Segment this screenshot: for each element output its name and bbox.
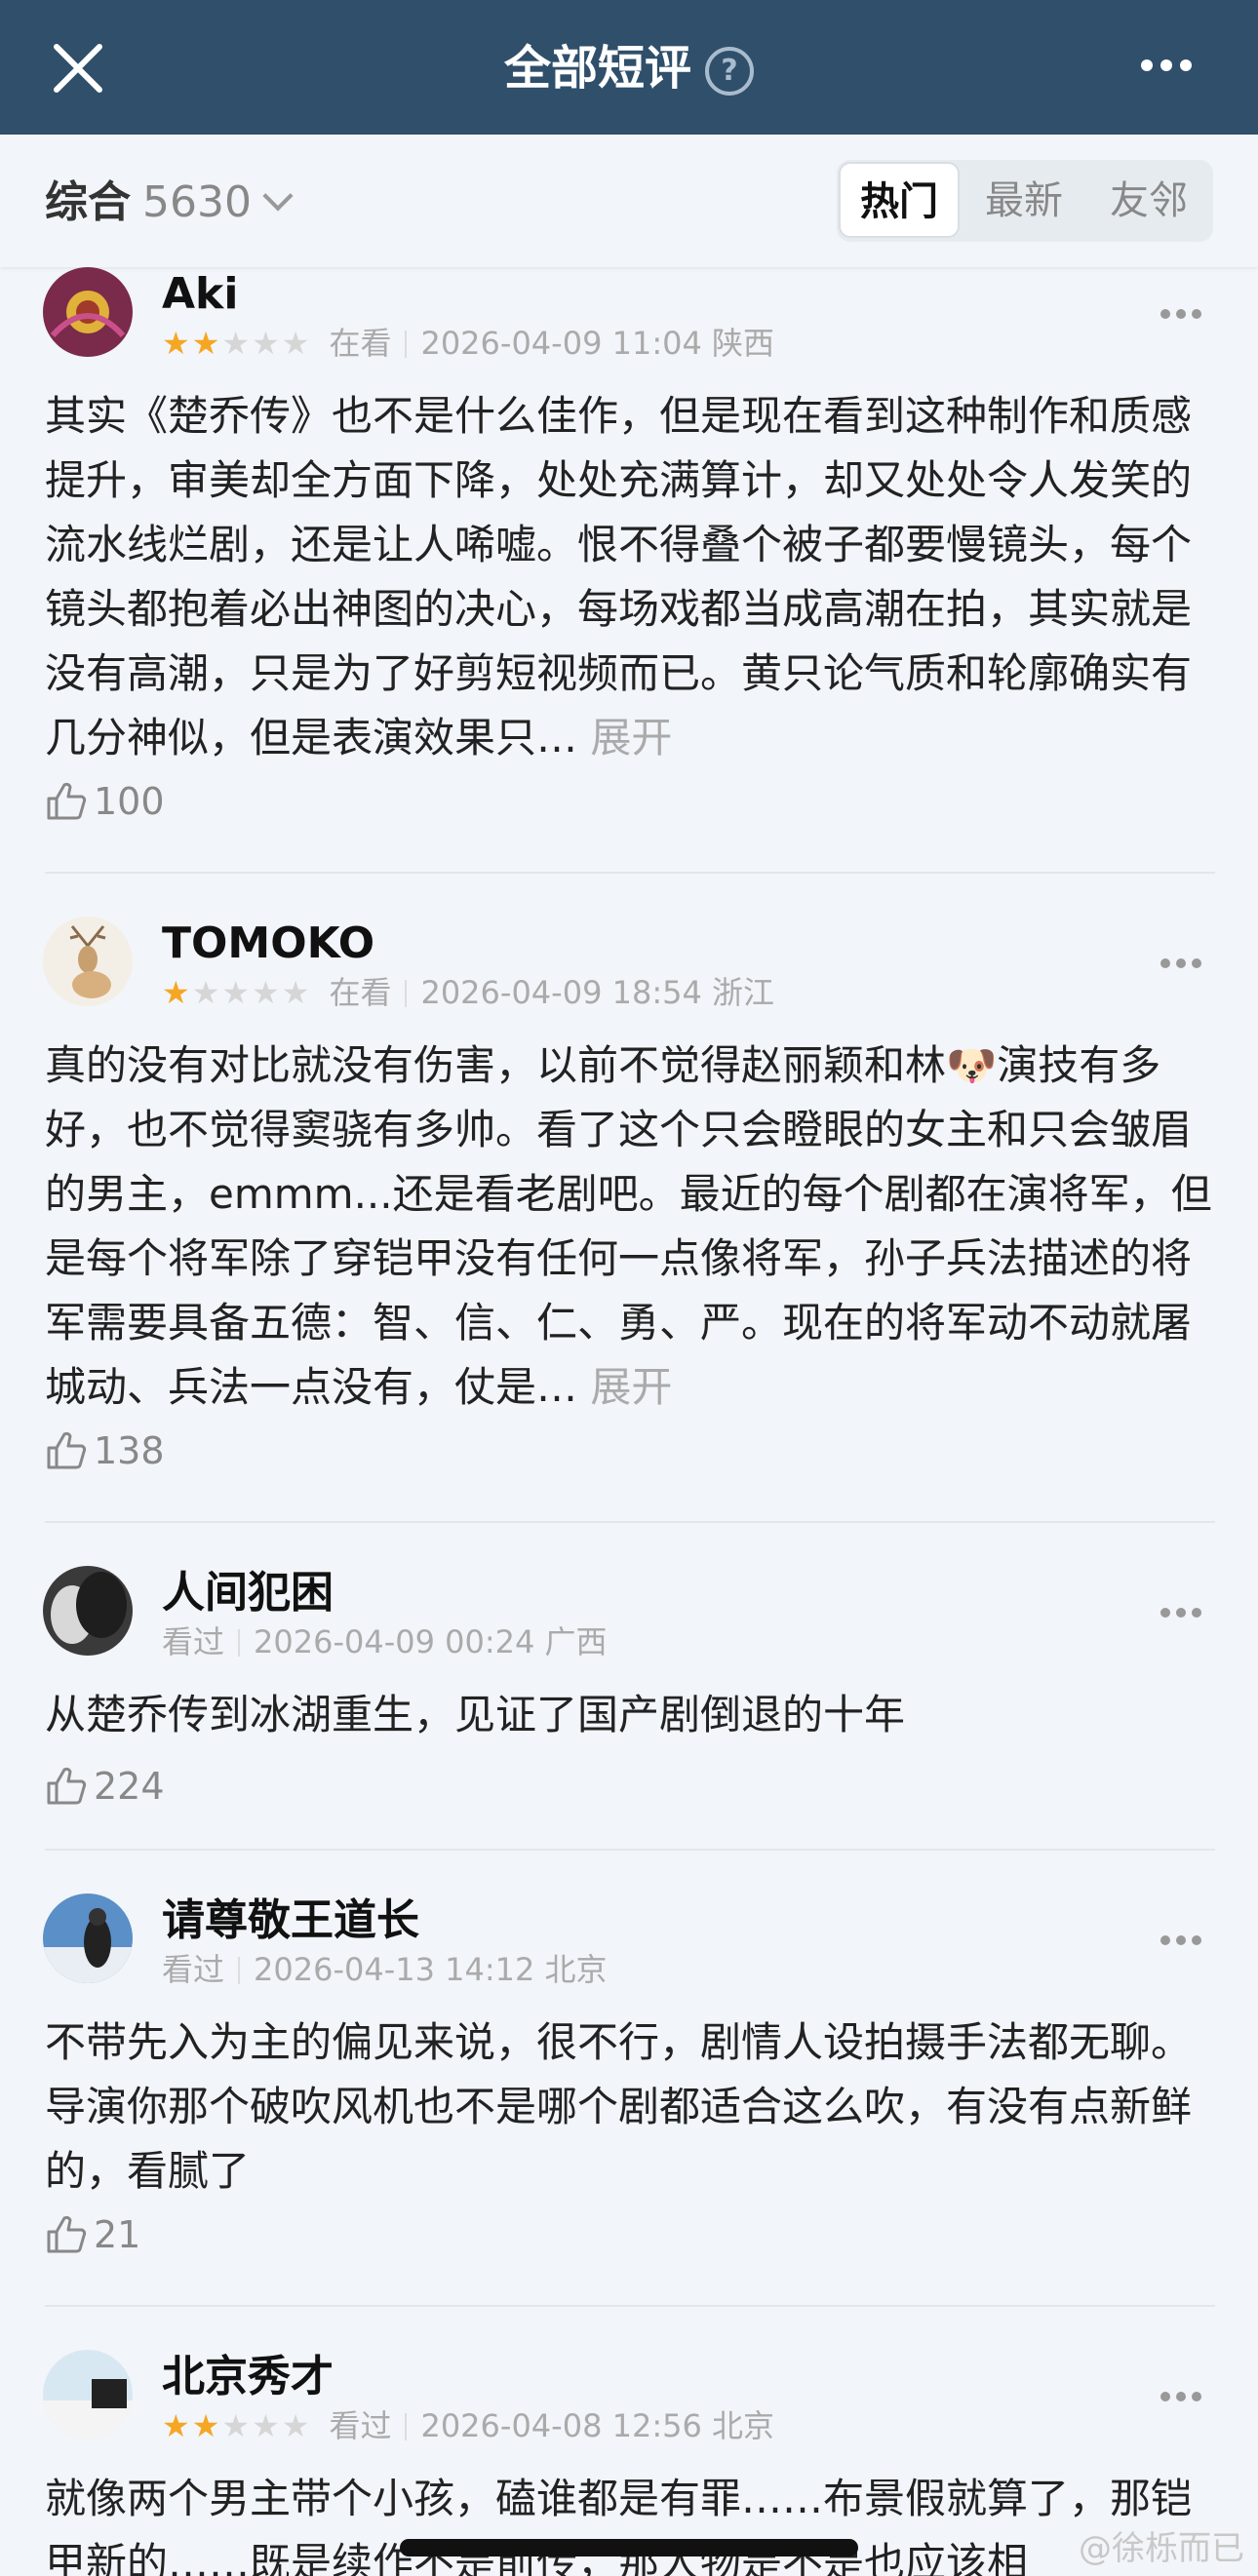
review-text: 真的没有对比就没有伤害，以前不觉得赵丽颖和林🐶演技有多好，也不觉得窦骁有多帅。看… [45,1041,1212,1411]
home-indicator[interactable] [400,2539,858,2556]
chevron-down-icon [262,180,294,212]
tab-latest[interactable]: 最新 [962,160,1086,242]
review-meta: 看过 2026-04-13 14:12 北京 [162,1948,608,1991]
more-icon[interactable] [1160,1603,1215,1618]
username[interactable]: 请尊敬王道长 [162,1893,419,1948]
review-location: 浙江 [711,974,774,1011]
review-item: Aki ★★★★★ 在看 2026-04-09 11:04 陕西 其实《楚乔传》也不… [0,267,1258,872]
review-location: 北京 [544,1951,608,1988]
watch-status: 看过 [329,2407,392,2444]
review-time: 2026-04-09 00:24 [254,1623,535,1660]
avatar[interactable] [43,917,133,1006]
review-meta: ★★★★★ 在看 2026-04-09 18:54 浙江 [162,971,774,1014]
sort-label: 综合 [45,177,131,227]
divider [45,872,1215,874]
review-location: 陕西 [711,325,774,362]
review-location: 北京 [711,2407,774,2444]
watch-status: 看过 [162,1623,225,1660]
like-button[interactable]: 224 [45,1761,165,1812]
thumbs-up-icon [47,1431,87,1469]
review-text: 从楚乔传到冰湖重生，见证了国产剧倒退的十年 [45,1691,906,1738]
review-time: 2026-04-09 11:04 [420,325,702,362]
rating-stars: ★★★★★ [162,974,312,1011]
divider [45,1849,1215,1851]
tab-group: 热门 最新 友邻 [837,160,1213,242]
watch-status: 在看 [329,325,392,362]
more-icon[interactable] [1160,954,1215,968]
review-location: 广西 [544,1623,608,1660]
username[interactable]: TOMOKO [162,917,374,971]
page-title-text: 全部短评 [503,41,691,96]
like-button[interactable]: 21 [45,2209,140,2260]
like-count: 224 [94,1765,165,1808]
like-count: 21 [94,2213,141,2256]
username[interactable]: Aki [162,267,238,322]
divider [45,2305,1215,2307]
review-text: 不带先入为主的偏见来说，很不行，剧情人设拍摄手法都无聊。导演你那个破吹风机也不是… [45,2018,1193,2195]
filter-bar: 综合 5630 热门 最新 友邻 [0,135,1258,267]
review-meta: ★★★★★ 在看 2026-04-09 11:04 陕西 [162,322,774,365]
review-meta: ★★★★★ 看过 2026-04-08 12:56 北京 [162,2404,774,2447]
divider [45,1521,1215,1523]
review-count: 5630 [142,177,252,227]
review-time: 2026-04-13 14:12 [254,1951,535,1988]
review-text: 其实《楚乔传》也不是什么佳作，但是现在看到这种制作和质感提升，审美却全方面下降，… [45,392,1193,761]
watch-status: 看过 [162,1951,225,1988]
review-time: 2026-04-08 12:56 [420,2407,702,2444]
like-count: 138 [94,1429,165,1472]
tab-hot[interactable]: 热门 [839,162,960,238]
like-button[interactable]: 138 [45,1425,165,1476]
help-icon[interactable]: ? [705,47,754,96]
username[interactable]: 人间犯困 [162,1566,334,1620]
avatar[interactable] [43,267,133,357]
username[interactable]: 北京秀才 [162,2350,334,2404]
expand-link[interactable]: 展开 [590,1363,672,1411]
review-item: 请尊敬王道长 看过 2026-04-13 14:12 北京 不带先入为主的偏见来说… [0,1893,1258,2303]
thumbs-up-icon [47,782,87,820]
review-item: 人间犯困 看过 2026-04-09 00:24 广西 从楚乔传到冰湖重生，见证了… [0,1566,1258,1839]
avatar[interactable] [43,1566,133,1656]
avatar[interactable] [43,2350,133,2439]
rating-stars: ★★★★★ [162,2407,312,2444]
rating-stars: ★★★★★ [162,325,312,362]
more-options-icon[interactable] [1141,57,1209,86]
more-icon[interactable] [1160,1931,1215,1945]
like-button[interactable]: 100 [45,776,165,827]
review-time: 2026-04-09 18:54 [420,974,702,1011]
expand-link[interactable]: 展开 [590,714,672,761]
sort-dropdown[interactable]: 综合 5630 [45,174,294,232]
review-text: 就像两个男主带个小孩，磕谁都是有罪……布景假就算了，那铠甲新的……既是续作不是前… [45,2475,1193,2576]
thumbs-up-icon [47,2215,87,2253]
more-icon[interactable] [1160,2387,1215,2401]
tab-friends[interactable]: 友邻 [1086,160,1211,242]
top-bar: 全部短评? [0,0,1258,135]
review-item: TOMOKO ★★★★★ 在看 2026-04-09 18:54 浙江 真的没有对比… [0,917,1258,1521]
review-meta: 看过 2026-04-09 00:24 广西 [162,1620,608,1663]
watermark: @徐栎而已 [1079,2529,1244,2568]
like-count: 100 [94,780,165,823]
thumbs-up-icon [47,1767,87,1805]
watch-status: 在看 [329,974,392,1011]
avatar[interactable] [43,1893,133,1983]
more-icon[interactable] [1160,304,1215,319]
page-title: 全部短评? [0,37,1258,99]
